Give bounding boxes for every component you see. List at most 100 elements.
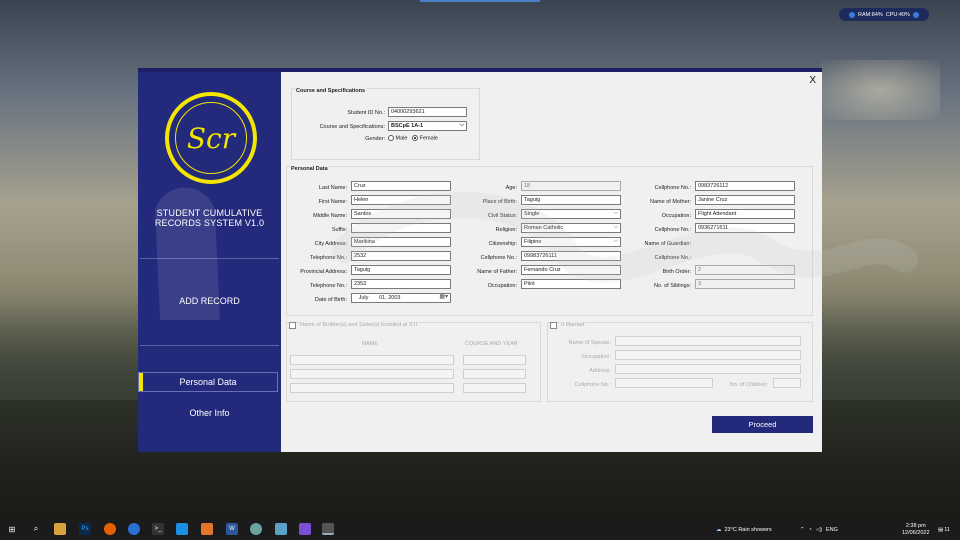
father-name-field[interactable]: Fernando Cruz [521, 265, 621, 275]
chevron-up-icon[interactable]: ⌃ [800, 527, 805, 533]
married-checkbox-label: If Married [560, 322, 586, 328]
mic-icon [849, 11, 856, 18]
app-window: Scr STUDENT CUMULATIVE RECORDS SYSTEM V1… [138, 68, 822, 452]
sibling-course-field[interactable] [463, 369, 526, 379]
birth-order-field[interactable]: 2 [695, 265, 795, 275]
active-app-icon[interactable] [322, 523, 334, 535]
guardian-name-field[interactable] [695, 237, 795, 247]
terminal-icon[interactable]: >_ [152, 523, 164, 535]
middle-name-label: Middle Name: [313, 213, 347, 219]
mother-name-field[interactable]: Janine Cruz [695, 195, 795, 205]
app-logo: Scr [165, 92, 257, 184]
citizenship-select[interactable]: Filipino ⌵ [521, 237, 621, 247]
married-checkbox[interactable] [550, 322, 557, 329]
clock-date: 12/06/2022 [902, 529, 930, 536]
mother-occupation-field[interactable]: Flight Attendant [695, 209, 795, 219]
close-button[interactable]: X [809, 75, 816, 86]
student-id-field[interactable]: 04000293621 [388, 107, 467, 117]
civil-status-select[interactable]: Single ⌵ [521, 209, 621, 219]
sidebar-divider [140, 345, 279, 346]
system-title-line2: RECORDS SYSTEM V1.0 [154, 218, 265, 228]
system-tray: ⌃ ◔ ◁) ENG [800, 519, 838, 540]
gender-label: Gender: [365, 136, 385, 142]
city-address-field[interactable]: Marikina [351, 237, 451, 247]
volume-icon[interactable]: ◁) [816, 527, 822, 533]
sibling-name-field[interactable] [290, 369, 454, 379]
children-count-field[interactable] [773, 378, 801, 388]
mother-occupation-label: Occupation: [661, 213, 691, 219]
xampp-icon[interactable] [201, 523, 213, 535]
guardian-cellphone-field[interactable] [695, 251, 795, 261]
spouse-cellphone-field[interactable] [615, 378, 713, 388]
sibling-name-field[interactable] [290, 383, 454, 393]
dob-month: July [358, 295, 369, 301]
mother-cellphone2-field[interactable]: 0936271611 [695, 223, 795, 233]
mother-cellphone-field[interactable]: 0983726112 [695, 181, 795, 191]
siblings-count-field[interactable]: 3 [695, 279, 795, 289]
dob-day-year: 01, 2003 [379, 295, 401, 301]
middle-name-field[interactable]: Santos [351, 209, 451, 219]
spouse-address-field[interactable] [615, 364, 801, 374]
sibling-name-field[interactable] [290, 355, 454, 365]
last-name-field[interactable]: Cruz [351, 181, 451, 191]
father-occupation-field[interactable]: Pilot [521, 279, 621, 289]
notification-center[interactable]: ▤ 11 [938, 519, 950, 540]
wifi-icon[interactable]: ◔ [809, 527, 812, 533]
file-explorer-icon[interactable] [54, 523, 66, 535]
photoshop-icon[interactable]: Ps [79, 523, 91, 535]
course-select-value: BSCpE 1A-1 [391, 123, 424, 129]
chevron-down-icon: ⌵ [613, 238, 618, 244]
student-id-label: Student ID No.: [347, 110, 385, 116]
place-of-birth-field[interactable]: Taguig [521, 195, 621, 205]
gender-female-radio[interactable] [412, 135, 419, 141]
siblings-checkbox[interactable] [289, 322, 296, 329]
personal-data-title: Personal Data [290, 166, 329, 172]
children-count-label: No. of Children: [729, 382, 768, 388]
performance-widget[interactable]: RAM:84% CPU:40% [839, 8, 929, 21]
cellphone-field[interactable]: 09983726111 [521, 251, 621, 261]
input-language[interactable]: ENG [826, 527, 838, 533]
nav-personal-data[interactable]: Personal Data [138, 372, 278, 392]
city-telephone-field[interactable]: 2532 [351, 251, 451, 261]
sibling-course-field[interactable] [463, 355, 526, 365]
spouse-occupation-field[interactable] [615, 350, 801, 360]
word-icon[interactable]: W [226, 523, 238, 535]
notes-icon[interactable] [275, 523, 287, 535]
cellphone-label: Cellphone No.: [480, 255, 517, 261]
ram-readout: RAM:84% [858, 11, 883, 18]
calendar-icon[interactable]: ▦▾ [439, 294, 448, 301]
vscode-icon[interactable] [176, 523, 188, 535]
firefox-icon[interactable] [104, 523, 116, 535]
provincial-telephone-field[interactable]: 2353 [351, 279, 451, 289]
siblings-checkbox-label: Name of Brother(s) and Sister(s) Enrolle… [299, 322, 419, 328]
siblings-col-course: COURSE AND YEAR [465, 341, 518, 347]
dob-picker[interactable]: July 01, 2003 ▦▾ [351, 293, 451, 303]
chevron-down-icon: ⌵ [613, 224, 618, 230]
course-label: Course and Specifications: [319, 124, 385, 130]
windows-start-icon[interactable]: ⊞ [6, 523, 18, 535]
provincial-address-field[interactable]: Taguig [351, 265, 451, 275]
weather-widget[interactable]: ☁ 23°C Rain showers [716, 519, 772, 540]
gender-male-radio[interactable] [388, 135, 394, 141]
proceed-button[interactable]: Proceed [712, 416, 813, 433]
nav-other-info[interactable]: Other Info [138, 408, 281, 418]
spouse-name-field[interactable] [615, 336, 801, 346]
place-of-birth-label: Place of Birth: [482, 199, 517, 205]
search-icon[interactable]: ⌕ [30, 523, 42, 535]
guardian-name-label: Name of Guardian: [644, 241, 691, 247]
app-icon[interactable] [250, 523, 262, 535]
first-name-field[interactable]: Helen [351, 195, 451, 205]
weather-text: 23°C Rain showers [724, 526, 772, 533]
course-select[interactable]: BSCpE 1A-1 ⌵ [388, 121, 467, 131]
nav-add-record[interactable]: ADD RECORD [138, 296, 281, 306]
religion-select[interactable]: Roman Catholic ⌵ [521, 223, 621, 233]
clock[interactable]: 2:38 pm 12/06/2022 [902, 519, 930, 540]
edge-icon[interactable] [128, 523, 140, 535]
siblings-col-name: NAME [362, 341, 378, 347]
siblings-count-label: No. of Siblings: [654, 283, 691, 289]
provincial-address-label: Provincial Address: [300, 269, 347, 275]
sibling-course-field[interactable] [463, 383, 526, 393]
arrow-icon [912, 11, 919, 18]
visual-studio-icon[interactable] [299, 523, 311, 535]
suffix-field[interactable] [351, 223, 451, 233]
